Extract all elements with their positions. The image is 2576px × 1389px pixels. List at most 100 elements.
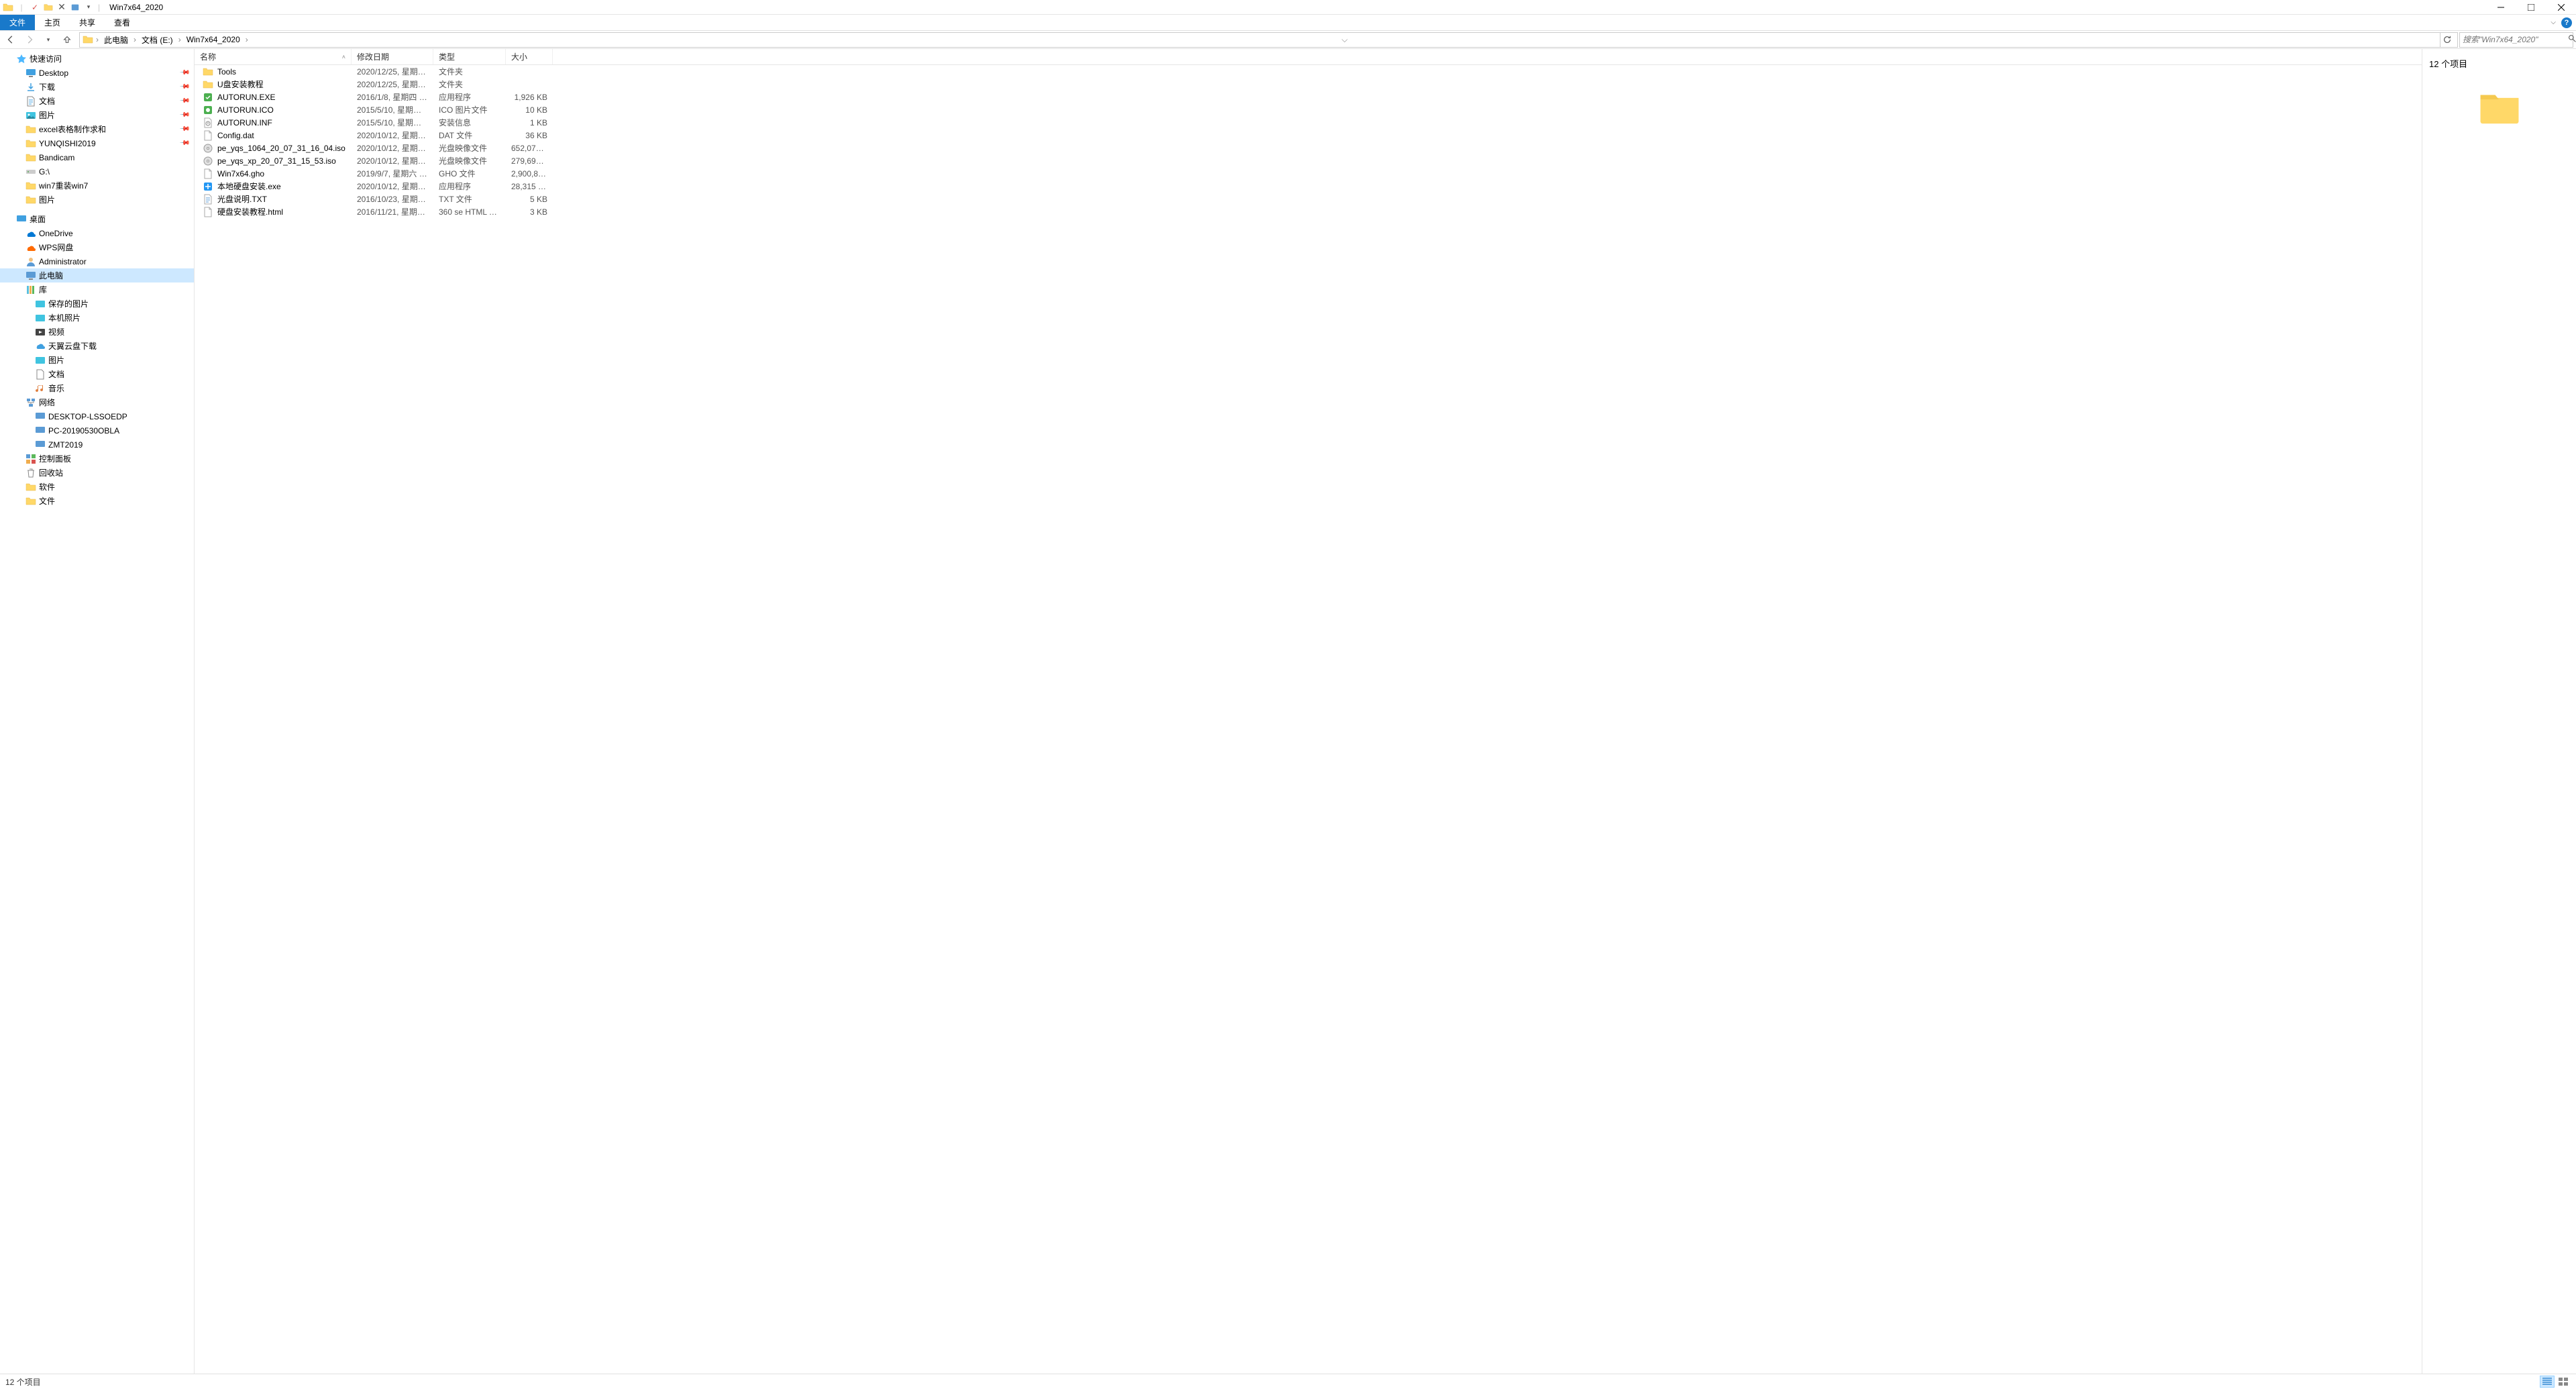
- tree-pc-2019[interactable]: PC-20190530OBLA: [0, 423, 194, 438]
- tree-recycle-bin[interactable]: 回收站: [0, 466, 194, 480]
- file-row[interactable]: AUTORUN.INF2015/5/10, 星期日 02...安装信息1 KB: [195, 116, 2422, 129]
- tree-documents[interactable]: 文档 📌: [0, 94, 194, 108]
- tree-network[interactable]: 网络: [0, 395, 194, 409]
- column-name[interactable]: 名称˄: [195, 49, 352, 64]
- qat-recent-icon[interactable]: [70, 2, 80, 13]
- tree-yunqishi-folder[interactable]: YUNQISHI2019 📌: [0, 136, 194, 150]
- nav-up-button[interactable]: [60, 33, 74, 46]
- file-row[interactable]: Tools2020/12/25, 星期五 1...文件夹: [195, 65, 2422, 78]
- tree-control-panel[interactable]: 控制面板: [0, 452, 194, 466]
- ribbon-tab-home[interactable]: 主页: [35, 15, 70, 30]
- tree-software-folder[interactable]: 软件: [0, 480, 194, 494]
- ribbon-tab-share[interactable]: 共享: [70, 15, 105, 30]
- breadcrumb-dropdown-icon[interactable]: ⌵: [1339, 35, 1350, 45]
- tree-saved-pictures[interactable]: 保存的图片: [0, 297, 194, 311]
- tree-libraries[interactable]: 库: [0, 282, 194, 297]
- tree-pictures2-folder[interactable]: 图片: [0, 193, 194, 207]
- minimize-button[interactable]: [2485, 0, 2516, 15]
- pin-icon: 📌: [178, 123, 190, 135]
- file-row[interactable]: Win7x64.gho2019/9/7, 星期六 19:...GHO 文件2,9…: [195, 167, 2422, 180]
- maximize-button[interactable]: [2516, 0, 2546, 15]
- file-rows[interactable]: Tools2020/12/25, 星期五 1...文件夹U盘安装教程2020/1…: [195, 65, 2422, 1374]
- tree-excel-folder[interactable]: excel表格制作求和 📌: [0, 122, 194, 136]
- file-row[interactable]: AUTORUN.EXE2016/1/8, 星期四 04:...应用程序1,926…: [195, 91, 2422, 103]
- folder-icon: [25, 181, 36, 191]
- qat-folder-icon[interactable]: [43, 2, 54, 13]
- breadcrumb-drive[interactable]: 文档 (E:): [139, 34, 176, 46]
- tree-win7-reinstall-folder[interactable]: win7重装win7: [0, 178, 194, 193]
- tree-lib-documents[interactable]: 文档: [0, 367, 194, 381]
- nav-back-button[interactable]: [4, 33, 17, 46]
- file-type-icon: [203, 92, 213, 103]
- file-type: 文件夹: [433, 79, 506, 90]
- search-input[interactable]: [2463, 35, 2568, 44]
- pin-icon: 📌: [178, 95, 190, 107]
- breadcrumb-sep[interactable]: ›: [132, 35, 138, 44]
- tree-downloads[interactable]: 下载 📌: [0, 80, 194, 94]
- file-row[interactable]: Config.dat2020/10/12, 星期一 1...DAT 文件36 K…: [195, 129, 2422, 142]
- close-button[interactable]: [2546, 0, 2576, 15]
- file-name: pe_yqs_xp_20_07_31_15_53.iso: [217, 156, 336, 166]
- tree-videos[interactable]: 视频: [0, 325, 194, 339]
- column-type[interactable]: 类型: [433, 49, 506, 64]
- tree-desktop[interactable]: Desktop 📌: [0, 66, 194, 80]
- tree-music[interactable]: 音乐: [0, 381, 194, 395]
- tree-files-folder[interactable]: 文件: [0, 494, 194, 508]
- breadcrumb[interactable]: › 此电脑 › 文档 (E:) › Win7x64_2020 › ⌵: [79, 32, 2458, 48]
- qat-delete-icon[interactable]: ✕: [56, 2, 67, 13]
- tree-tianyi[interactable]: 天翼云盘下载: [0, 339, 194, 353]
- column-size[interactable]: 大小: [506, 49, 553, 64]
- ribbon-tab-file[interactable]: 文件: [0, 15, 35, 30]
- file-row[interactable]: pe_yqs_xp_20_07_31_15_53.iso2020/10/12, …: [195, 154, 2422, 167]
- ribbon-expand-icon[interactable]: ⌵: [2551, 19, 2556, 26]
- videos-icon: [35, 327, 46, 338]
- column-date[interactable]: 修改日期: [352, 49, 433, 64]
- file-row[interactable]: U盘安装教程2020/12/25, 星期五 1...文件夹: [195, 78, 2422, 91]
- nav-forward-button[interactable]: [23, 33, 36, 46]
- status-bar: 12 个项目: [0, 1374, 2576, 1389]
- file-row[interactable]: AUTORUN.ICO2015/5/10, 星期日 02...ICO 图片文件1…: [195, 103, 2422, 116]
- file-size: 5 KB: [506, 195, 553, 204]
- qat-dropdown-icon[interactable]: ▾: [83, 2, 94, 13]
- tree-g-drive[interactable]: G:\: [0, 164, 194, 178]
- file-row[interactable]: pe_yqs_1064_20_07_31_16_04.iso2020/10/12…: [195, 142, 2422, 154]
- file-name: U盘安装教程: [217, 79, 264, 90]
- qat-properties-icon[interactable]: ✓: [30, 2, 40, 13]
- file-type: 应用程序: [433, 181, 506, 192]
- search-box[interactable]: [2459, 32, 2573, 48]
- tree-bandicam-folder[interactable]: Bandicam: [0, 150, 194, 164]
- navigation-tree[interactable]: 快速访问 Desktop 📌 下载 📌 文档 📌: [0, 49, 195, 1374]
- file-row[interactable]: 硬盘安装教程.html2016/11/21, 星期一 2...360 se HT…: [195, 205, 2422, 218]
- search-icon[interactable]: [2568, 34, 2576, 45]
- file-row[interactable]: 本地硬盘安装.exe2020/10/12, 星期一 1...应用程序28,315…: [195, 180, 2422, 193]
- pictures-icon: [35, 299, 46, 309]
- view-details-button[interactable]: [2540, 1376, 2555, 1388]
- breadcrumb-sep[interactable]: ›: [95, 35, 100, 44]
- tree-quick-access[interactable]: 快速访问: [0, 52, 194, 66]
- tree-lib-pictures[interactable]: 图片: [0, 353, 194, 367]
- breadcrumb-sep[interactable]: ›: [244, 35, 250, 44]
- tree-pictures[interactable]: 图片 📌: [0, 108, 194, 122]
- tree-desktop-lssoedp[interactable]: DESKTOP-LSSOEDP: [0, 409, 194, 423]
- tree-wps[interactable]: WPS网盘: [0, 240, 194, 254]
- file-row[interactable]: 光盘说明.TXT2016/10/23, 星期日 0...TXT 文件5 KB: [195, 193, 2422, 205]
- preview-pane: 12 个项目: [2422, 49, 2576, 1374]
- tree-desktop-zh[interactable]: 桌面: [0, 212, 194, 226]
- refresh-button[interactable]: [2440, 33, 2455, 47]
- tree-administrator[interactable]: Administrator: [0, 254, 194, 268]
- help-icon[interactable]: ?: [2561, 17, 2572, 28]
- control-panel-icon: [25, 454, 36, 464]
- pin-icon: 📌: [178, 81, 190, 93]
- nav-history-dropdown[interactable]: ▾: [42, 33, 55, 46]
- tree-camera-roll[interactable]: 本机照片: [0, 311, 194, 325]
- view-large-icons-button[interactable]: [2556, 1376, 2571, 1388]
- file-date: 2016/1/8, 星期四 04:...: [352, 91, 433, 103]
- tree-zmt2019[interactable]: ZMT2019: [0, 438, 194, 452]
- tree-onedrive[interactable]: OneDrive: [0, 226, 194, 240]
- breadcrumb-this-pc[interactable]: 此电脑: [101, 34, 131, 46]
- breadcrumb-sep[interactable]: ›: [177, 35, 182, 44]
- breadcrumb-folder[interactable]: Win7x64_2020: [184, 35, 243, 44]
- tree-this-pc[interactable]: 此电脑: [0, 268, 194, 282]
- status-text: 12 个项目: [5, 1376, 41, 1388]
- ribbon-tab-view[interactable]: 查看: [105, 15, 140, 30]
